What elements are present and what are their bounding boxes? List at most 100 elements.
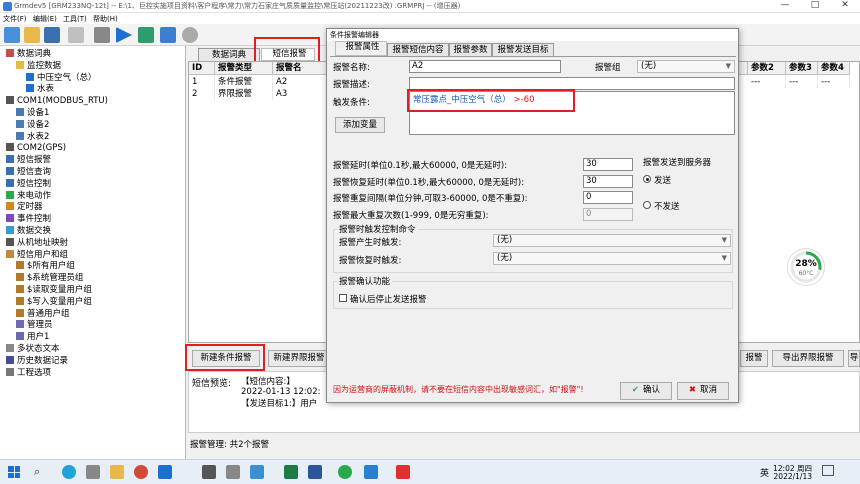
tree-item[interactable]: 从机地址映射 <box>6 237 68 249</box>
table-row-2-type[interactable]: 界限报警 <box>215 88 273 100</box>
settings-icon[interactable] <box>94 27 110 43</box>
chrome-icon[interactable] <box>134 465 148 479</box>
notification-icon[interactable] <box>822 465 834 476</box>
alarm-group-select[interactable]: (无) ▼ <box>637 60 735 73</box>
tree-item[interactable]: 监控数据 <box>16 60 61 72</box>
table-row-1-name[interactable]: A2 <box>273 76 333 88</box>
close-button[interactable]: ✕ <box>830 0 860 10</box>
explorer-icon[interactable] <box>110 465 124 479</box>
grid-header-type[interactable]: 报警类型 <box>215 62 273 75</box>
app-icon-1[interactable] <box>158 465 172 479</box>
tree-item[interactable]: 用户1 <box>16 332 49 343</box>
trigger-condition-input[interactable]: 常压露点_中压空气（总） >-60 <box>409 91 735 135</box>
tab-data-dict[interactable]: 数据词典 <box>198 48 260 61</box>
table-row-2-id[interactable]: 2 <box>189 88 215 100</box>
table-row-2-name[interactable]: A3 <box>273 88 333 100</box>
app-icon-2[interactable] <box>202 465 216 479</box>
table-row-1-id[interactable]: 1 <box>189 76 215 88</box>
menu-file[interactable]: 文件(F) <box>3 14 27 24</box>
save-icon[interactable] <box>44 27 60 43</box>
tree-item[interactable]: 数据词典 <box>6 49 51 60</box>
grid-header-id[interactable]: ID <box>189 62 215 75</box>
tree-item[interactable]: 工程选项 <box>6 367 51 379</box>
on-alarm-trigger-select[interactable]: (无) ▼ <box>493 234 731 247</box>
on-restore-trigger-select[interactable]: (无) ▼ <box>493 252 731 265</box>
tab-alarm-attributes[interactable]: 报警属性 <box>335 41 387 56</box>
menu-help[interactable]: 帮助(H) <box>93 14 118 24</box>
taskview-icon[interactable] <box>86 465 100 479</box>
app-icon-3[interactable] <box>226 465 240 479</box>
tree-item[interactable]: 设备1 <box>16 108 49 119</box>
app-icon-4[interactable] <box>250 465 264 479</box>
alarm-desc-input[interactable] <box>409 77 735 90</box>
upload-icon[interactable] <box>160 27 176 43</box>
tree-item[interactable]: 短信用户和组 <box>6 249 68 261</box>
monitor-icon[interactable] <box>138 27 154 43</box>
alarm-button-partial[interactable]: 报警 <box>740 350 768 367</box>
tree-item[interactable]: 历史数据记录 <box>6 355 68 367</box>
grid-header-name[interactable]: 报警名 <box>273 62 333 75</box>
cancel-button[interactable]: ✖ 取消 <box>677 382 729 400</box>
taskbar-date[interactable]: 2022/1/13 <box>768 472 812 481</box>
start-icon[interactable] <box>8 466 20 478</box>
tree-item[interactable]: 中压空气（总） <box>26 72 97 84</box>
taskbar-search-icon[interactable]: ⌕ <box>34 465 40 479</box>
download-icon[interactable] <box>68 27 84 43</box>
tab-sms-alarm[interactable]: 短信报警 <box>261 48 315 61</box>
new-limit-alarm-button[interactable]: 新建界限报警 <box>268 350 330 367</box>
new-icon[interactable] <box>4 27 20 43</box>
run-icon[interactable] <box>116 27 132 43</box>
tree-item[interactable]: 事件控制 <box>6 214 51 225</box>
add-variable-button[interactable]: 添加变量 <box>335 117 385 133</box>
tree-item[interactable]: 短信控制 <box>6 178 51 190</box>
open-icon[interactable] <box>24 27 40 43</box>
grid-header-param4[interactable]: 参数4 <box>818 62 850 75</box>
tree-item[interactable]: 多状态文本 <box>6 344 60 355</box>
nosend-radio[interactable] <box>643 201 651 209</box>
alarm-name-input[interactable]: A2 <box>409 60 561 73</box>
tree-item[interactable]: $系统管理员组 <box>16 273 83 284</box>
delay-input[interactable]: 30 <box>583 158 633 171</box>
minimize-button[interactable]: — <box>770 0 800 10</box>
app-icon-5[interactable] <box>364 465 378 479</box>
ok-button[interactable]: ✔ 确认 <box>620 382 672 400</box>
confirm-stop-checkbox[interactable] <box>339 294 347 302</box>
tree-item[interactable]: 定时器 <box>6 202 43 213</box>
tree-item[interactable]: 来电动作 <box>6 190 51 202</box>
tree-item[interactable]: 设备2 <box>16 119 49 131</box>
tree-item[interactable]: $所有用户组 <box>16 261 75 272</box>
tree-item[interactable]: $写入变量用户组 <box>16 296 92 308</box>
word-icon[interactable] <box>308 465 322 479</box>
tab-alarm-sms-content[interactable]: 报警短信内容 <box>387 43 449 56</box>
tree-item[interactable]: 水表 <box>26 84 54 95</box>
menu-tools[interactable]: 工具(T) <box>63 14 87 24</box>
wechat-icon[interactable] <box>338 465 352 479</box>
grid-header-param2[interactable]: 参数2 <box>748 62 786 75</box>
send-radio[interactable] <box>643 175 651 183</box>
excel-icon[interactable] <box>284 465 298 479</box>
repeat-interval-input[interactable]: 0 <box>583 191 633 204</box>
search-icon[interactable] <box>182 27 198 43</box>
tree-item[interactable]: $读取变量用户组 <box>16 285 92 296</box>
table-row-1-type[interactable]: 条件报警 <box>215 76 273 88</box>
tree-item[interactable]: 水表2 <box>16 131 49 143</box>
tab-alarm-targets[interactable]: 报警发送目标 <box>492 43 554 56</box>
pdf-icon[interactable] <box>396 465 410 479</box>
restore-delay-input[interactable]: 30 <box>583 175 633 188</box>
grid-header-param3[interactable]: 参数3 <box>786 62 818 75</box>
tree-item[interactable]: COM1(MODBUS_RTU) <box>6 96 108 107</box>
tree-item[interactable]: 管理员 <box>16 320 53 331</box>
tree-item[interactable]: COM2(GPS) <box>6 143 66 154</box>
tab-alarm-params[interactable]: 报警参数 <box>449 43 492 56</box>
export-button-partial[interactable]: 导 <box>848 350 860 367</box>
edge-icon[interactable] <box>62 465 76 479</box>
menu-edit[interactable]: 编辑(E) <box>33 14 57 24</box>
maximize-button[interactable]: □ <box>800 0 830 10</box>
export-limit-alarm-button[interactable]: 导出界限报警 <box>772 350 844 367</box>
tree-item[interactable]: 数据交换 <box>6 226 51 237</box>
tree-item[interactable]: 普通用户组 <box>16 308 70 320</box>
new-condition-alarm-button[interactable]: 新建条件报警 <box>192 350 260 367</box>
tree-item[interactable]: 短信报警 <box>6 155 51 166</box>
max-repeat-input[interactable]: 0 <box>583 208 633 221</box>
tree-item[interactable]: 短信查询 <box>6 167 51 178</box>
